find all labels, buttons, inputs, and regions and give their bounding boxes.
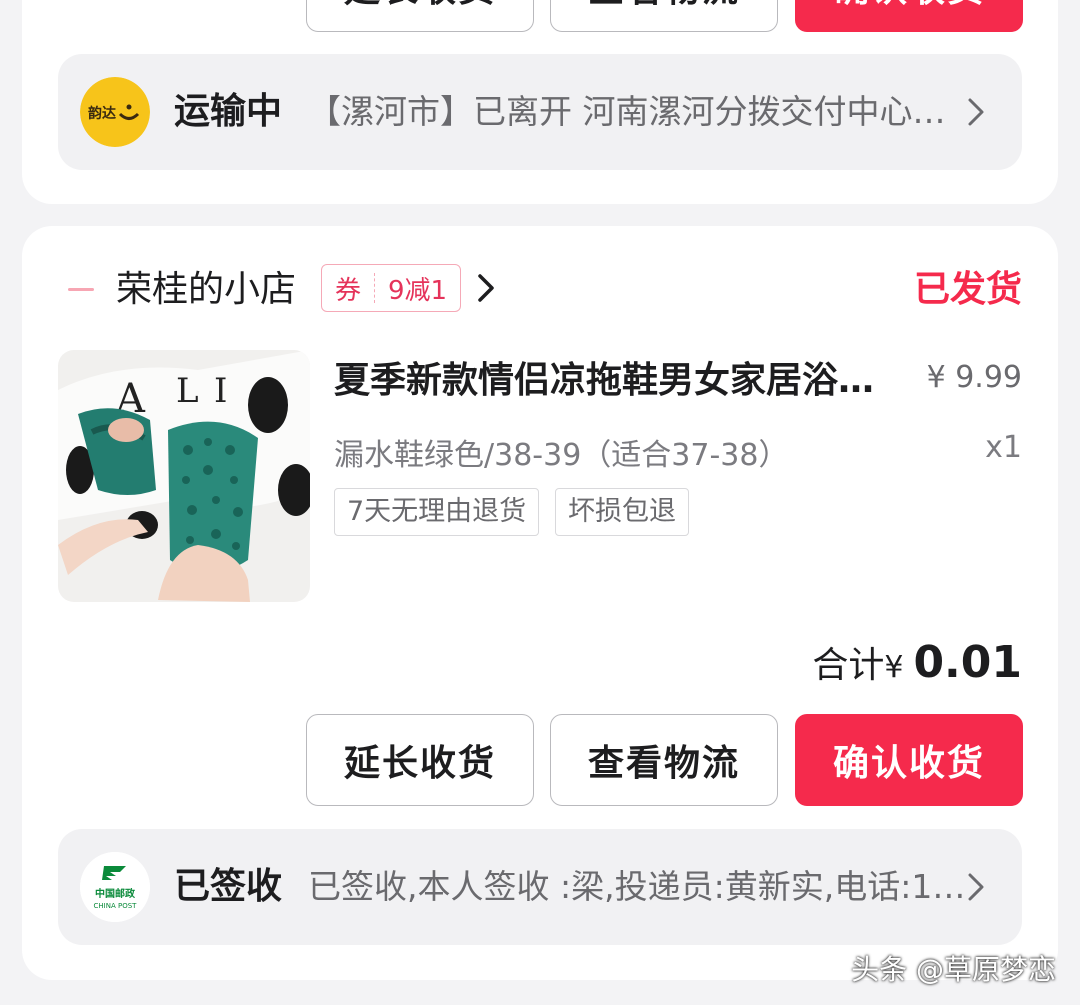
chevron-right-icon xyxy=(968,98,984,126)
watermark: 头条 @草原梦恋 xyxy=(851,953,1056,986)
logistics-status: 运输中 xyxy=(174,91,283,132)
logistics-detail: 【漯河市】已离开 河南漯河分拨交付中心；发往 河南郑州分拨交付中心 xyxy=(308,92,974,131)
product-title[interactable]: 夏季新款情侣凉拖鞋男女家居浴室漏水防滑拖鞋 xyxy=(334,354,894,408)
logistics-status: 已签收 xyxy=(174,866,283,907)
svg-text:I: I xyxy=(214,371,227,411)
product-quantity: x1 xyxy=(985,430,1022,465)
order-total: 合计 ¥ 0.01 xyxy=(812,636,1022,688)
view-logistics-button[interactable]: 查看物流 xyxy=(550,714,778,806)
total-currency: ¥ xyxy=(884,650,904,685)
coupon-value: 9减1 xyxy=(387,275,448,306)
china-post-logo-icon: 中国邮政 CHINA POST xyxy=(80,852,150,922)
extend-receipt-button[interactable]: 延长收货 xyxy=(306,714,534,806)
logistics-bar[interactable]: 韵达 运输中 【漯河市】已离开 河南漯河分拨交付中心；发往 河南郑州分拨交付中心 xyxy=(58,54,1022,170)
extend-receipt-button[interactable]: 延长收货 xyxy=(306,0,534,32)
total-amount: 0.01 xyxy=(913,637,1022,688)
chevron-right-icon xyxy=(968,873,984,901)
shop-logo-icon xyxy=(68,288,94,291)
svg-text:韵达: 韵达 xyxy=(88,105,116,122)
view-logistics-button[interactable]: 查看物流 xyxy=(550,0,778,32)
order-card: 荣桂的小店 券 9减1 已发货 A L I 夏季新款情侣凉拖鞋男女家居浴室 ¥ … xyxy=(22,226,1058,980)
total-label: 合计 xyxy=(812,645,885,686)
chevron-right-icon[interactable] xyxy=(472,270,502,306)
logistics-detail: 已签收,本人签收 :梁,投递员:黄新实,电话:1…… xyxy=(308,867,974,906)
coupon-label: 券 xyxy=(334,275,361,306)
order-status: 已发货 xyxy=(913,269,1022,310)
service-tag: 坏损包退 xyxy=(555,488,689,536)
shop-name[interactable]: 荣桂的小店 xyxy=(116,266,296,314)
yunda-logo-icon: 韵达 xyxy=(80,77,150,147)
product-sku: 漏水鞋绿色/38-39（适合37-38） xyxy=(334,438,789,473)
svg-text:L: L xyxy=(176,371,199,411)
service-tag: 7天无理由退货 xyxy=(334,488,540,536)
order-card-previous: 延长收货 查看物流 确认收货 韵达 运输中 【漯河市】已离开 河南漯河分拨交付中… xyxy=(22,0,1058,204)
svg-text:CHINA POST: CHINA POST xyxy=(94,902,138,910)
product-price: ¥ 9.99 xyxy=(926,360,1022,395)
logistics-bar[interactable]: 中国邮政 CHINA POST 已签收 已签收,本人签收 :梁,投递员:黄新实,… xyxy=(58,829,1022,945)
confirm-receipt-button[interactable]: 确认收货 xyxy=(795,0,1023,32)
coupon-badge[interactable]: 券 9减1 xyxy=(321,264,461,312)
confirm-receipt-button[interactable]: 确认收货 xyxy=(795,714,1023,806)
product-image[interactable]: A L I xyxy=(58,350,310,602)
svg-text:中国邮政: 中国邮政 xyxy=(95,887,136,900)
